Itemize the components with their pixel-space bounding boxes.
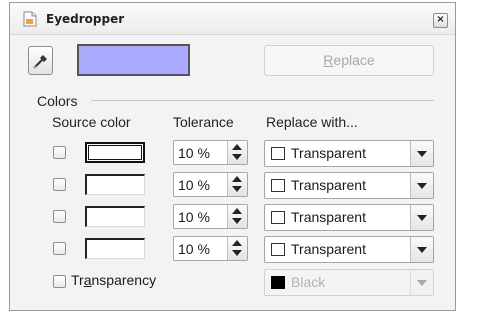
dropdown-arrow[interactable]	[410, 173, 433, 198]
transparency-color-value: Black	[291, 274, 326, 290]
replace-with-value: Transparent	[291, 177, 366, 193]
section-divider	[91, 100, 434, 101]
replace-label-post: eplace	[333, 52, 375, 68]
tolerance-spinbox[interactable]: 10 %	[173, 172, 248, 197]
tolerance-value: 10 %	[178, 177, 210, 193]
spin-up-icon[interactable]	[232, 240, 242, 246]
chevron-down-icon	[417, 280, 427, 286]
tolerance-spinbox[interactable]: 10 %	[173, 204, 248, 229]
source-color-checkbox[interactable]	[53, 210, 66, 223]
color-swatch-icon	[271, 179, 285, 192]
tolerance-value: 10 %	[178, 241, 210, 257]
chevron-down-icon	[417, 215, 427, 221]
spin-up-icon[interactable]	[232, 176, 242, 182]
transparency-checkbox[interactable]	[53, 275, 66, 288]
dropdown-arrow[interactable]	[410, 270, 433, 295]
pipette-icon	[33, 55, 47, 69]
eyedropper-dialog: Eyedropper × Replace Colors Source color…	[9, 2, 456, 311]
transparency-color-dropdown[interactable]: Black	[264, 269, 434, 296]
transparency-label[interactable]: Transparency	[71, 272, 156, 288]
replace-with-dropdown[interactable]: Transparent	[264, 204, 434, 231]
replace-with-value: Transparent	[291, 209, 366, 225]
spin-buttons[interactable]	[227, 205, 247, 228]
source-color-swatch	[85, 174, 145, 195]
color-swatch-icon	[271, 211, 285, 224]
header-source-color: Source color	[52, 114, 131, 130]
close-button[interactable]: ×	[433, 13, 448, 28]
source-color-checkbox[interactable]	[53, 242, 66, 255]
color-swatch-icon	[271, 243, 285, 256]
transparency-label-post: nsparency	[91, 272, 157, 288]
color-swatch-icon	[271, 276, 285, 289]
spin-down-icon[interactable]	[232, 250, 242, 256]
pipette-button[interactable]	[28, 46, 53, 75]
spin-buttons[interactable]	[227, 141, 247, 164]
spin-up-icon[interactable]	[232, 208, 242, 214]
replace-with-value: Transparent	[291, 145, 366, 161]
dropdown-arrow[interactable]	[410, 237, 433, 262]
tolerance-value: 10 %	[178, 145, 210, 161]
source-color-swatch	[85, 206, 145, 227]
chevron-down-icon	[417, 183, 427, 189]
transparency-label-mnemonic: a	[83, 272, 92, 288]
transparency-row: Transparency Black	[10, 266, 455, 296]
spin-down-icon[interactable]	[232, 154, 242, 160]
color-row: 10 % Transparent	[10, 201, 455, 231]
header-replace-with: Replace with...	[266, 114, 358, 130]
color-row: 10 % Transparent	[10, 233, 455, 263]
replace-label-mnemonic: R	[323, 52, 334, 68]
tolerance-spinbox[interactable]: 10 %	[173, 236, 248, 261]
colors-section-label: Colors	[37, 93, 78, 109]
replace-with-dropdown[interactable]: Transparent	[264, 236, 434, 263]
chevron-down-icon	[417, 247, 427, 253]
color-row: 10 % Transparent	[10, 169, 455, 199]
dropdown-arrow[interactable]	[410, 141, 433, 166]
replace-button[interactable]: Replace	[264, 45, 434, 76]
chevron-down-icon	[417, 151, 427, 157]
spin-buttons[interactable]	[227, 237, 247, 260]
replace-with-dropdown[interactable]: Transparent	[264, 140, 434, 167]
source-color-checkbox[interactable]	[53, 146, 66, 159]
source-color-checkbox[interactable]	[53, 178, 66, 191]
spin-down-icon[interactable]	[232, 186, 242, 192]
color-swatch-icon	[271, 147, 285, 160]
color-row: 10 % Transparent	[10, 137, 455, 167]
color-preview	[77, 44, 190, 76]
window-title: Eyedropper	[46, 12, 125, 26]
spin-up-icon[interactable]	[232, 144, 242, 150]
spin-buttons[interactable]	[227, 173, 247, 196]
dropdown-arrow[interactable]	[410, 205, 433, 230]
replace-with-dropdown[interactable]: Transparent	[264, 172, 434, 199]
spin-down-icon[interactable]	[232, 218, 242, 224]
header-tolerance: Tolerance	[173, 114, 234, 130]
source-color-swatch	[85, 238, 145, 259]
transparency-label-pre: Tr	[71, 272, 84, 288]
tolerance-spinbox[interactable]: 10 %	[173, 140, 248, 165]
source-color-swatch	[85, 142, 145, 163]
app-icon	[23, 11, 37, 27]
title-bar[interactable]: Eyedropper ×	[10, 3, 455, 35]
replace-with-value: Transparent	[291, 241, 366, 257]
tolerance-value: 10 %	[178, 209, 210, 225]
